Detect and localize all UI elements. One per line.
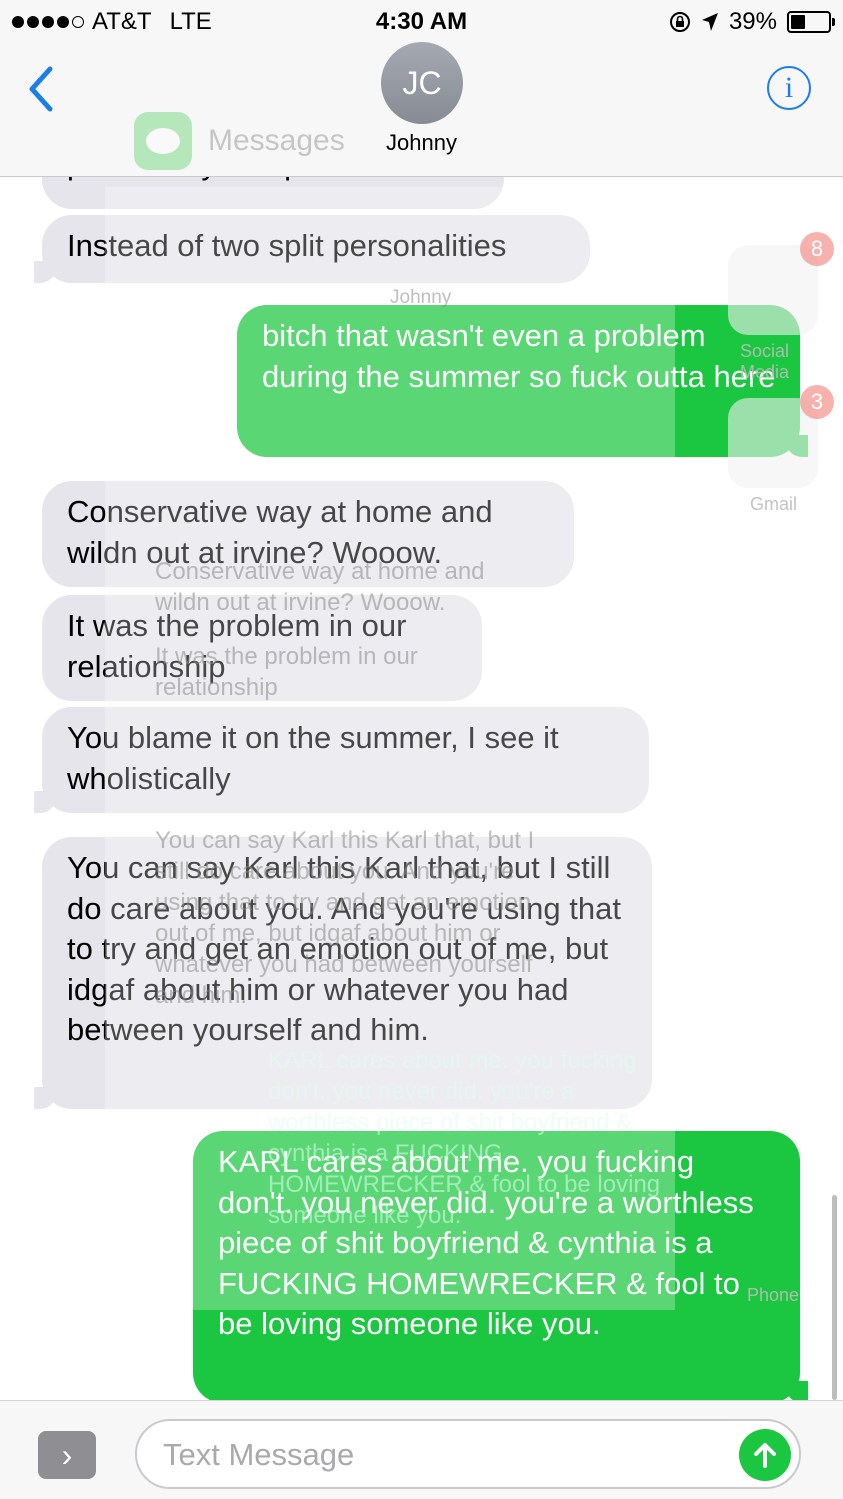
ghost-message: It was the problem in our relationship (155, 643, 418, 701)
status-right: 39% (669, 8, 835, 36)
rotation-lock-icon (669, 12, 690, 32)
ghost-message: You can say Karl this Karl that, but I s… (155, 827, 535, 1009)
ghost-message: KARL cares about me. you fucking don't. … (268, 1047, 661, 1229)
apps-expand-button[interactable]: › (38, 1431, 96, 1479)
send-button[interactable] (739, 1429, 791, 1481)
conversation-header: Messages JC Johnny i (0, 42, 843, 177)
battery-percent: 39% (728, 8, 777, 35)
contact-name[interactable]: Johnny (0, 130, 843, 156)
scroll-indicator[interactable] (832, 1195, 837, 1400)
battery-icon (787, 11, 835, 33)
app-label: Gmail (750, 494, 798, 514)
ghost-message: Conservative way at home and wildn out a… (155, 558, 485, 616)
contact-avatar[interactable]: JC (381, 42, 463, 124)
info-button[interactable]: i (767, 66, 811, 110)
arrow-up-icon (754, 1443, 776, 1468)
composer-bar: › Text Message (0, 1400, 843, 1499)
app-label: Phone (747, 1285, 800, 1305)
ghost-contact-name: Johnny (390, 287, 452, 308)
status-bar: AT&T LTE 4:30 AM 39% (0, 0, 843, 42)
notification-badge: 8 (800, 232, 834, 266)
text-message-placeholder: Text Message (163, 1437, 355, 1472)
notification-badge: 3 (800, 385, 834, 419)
app-label: Social Media (740, 341, 790, 382)
text-message-input[interactable]: Text Message (135, 1419, 801, 1489)
location-arrow-icon (701, 13, 718, 31)
back-chevron-icon[interactable] (22, 64, 62, 114)
